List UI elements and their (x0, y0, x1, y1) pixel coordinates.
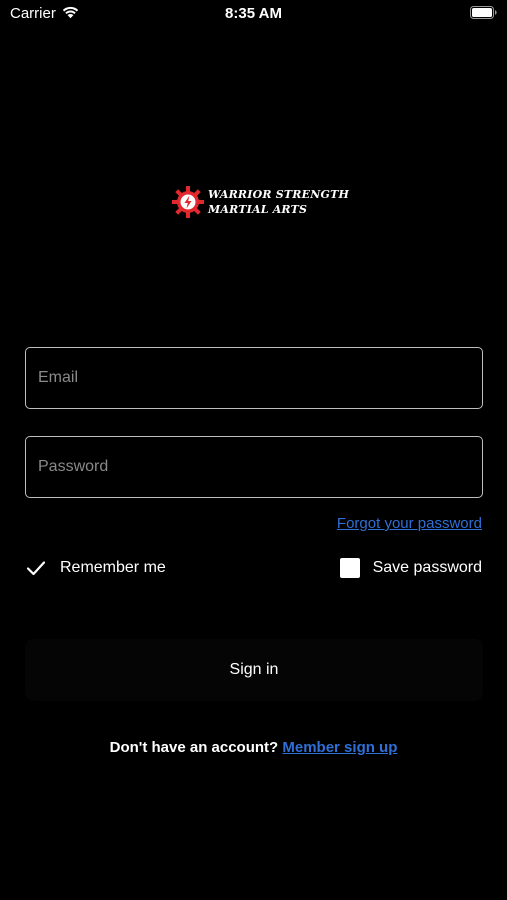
password-field[interactable] (38, 437, 468, 497)
remember-me-toggle[interactable]: Remember me (25, 556, 166, 580)
brand-logo: WARRIOR STRENGTH MARTIAL ARTS (170, 184, 349, 220)
sign-in-button[interactable]: Sign in (25, 639, 483, 701)
forgot-password-link[interactable]: Forgot your password (337, 515, 482, 532)
member-signup-link[interactable]: Member sign up (282, 739, 397, 756)
status-bar: Carrier 8:35 AM (0, 0, 507, 30)
checkmark-icon (26, 561, 46, 576)
email-field[interactable] (38, 348, 468, 408)
lightning-bolt-gear-icon (172, 186, 204, 218)
remember-me-label: Remember me (60, 559, 166, 576)
sign-in-label: Sign in (229, 661, 279, 678)
battery-full-icon (470, 6, 497, 19)
password-field-container (25, 436, 483, 498)
signup-prompt: Don't have an account? (109, 739, 283, 756)
status-time: 8:35 AM (225, 5, 282, 22)
email-field-container (25, 347, 483, 409)
brand-line-2: MARTIAL ARTS (208, 203, 308, 216)
save-password-toggle[interactable]: Save password (339, 556, 482, 580)
brand-wordmark: WARRIOR STRENGTH MARTIAL ARTS (208, 187, 349, 217)
brand-line-1: WARRIOR STRENGTH (208, 188, 350, 201)
save-password-label: Save password (372, 559, 482, 576)
signup-prompt-row: Don't have an account? Member sign up (0, 739, 507, 756)
save-password-checkbox[interactable] (339, 558, 360, 578)
